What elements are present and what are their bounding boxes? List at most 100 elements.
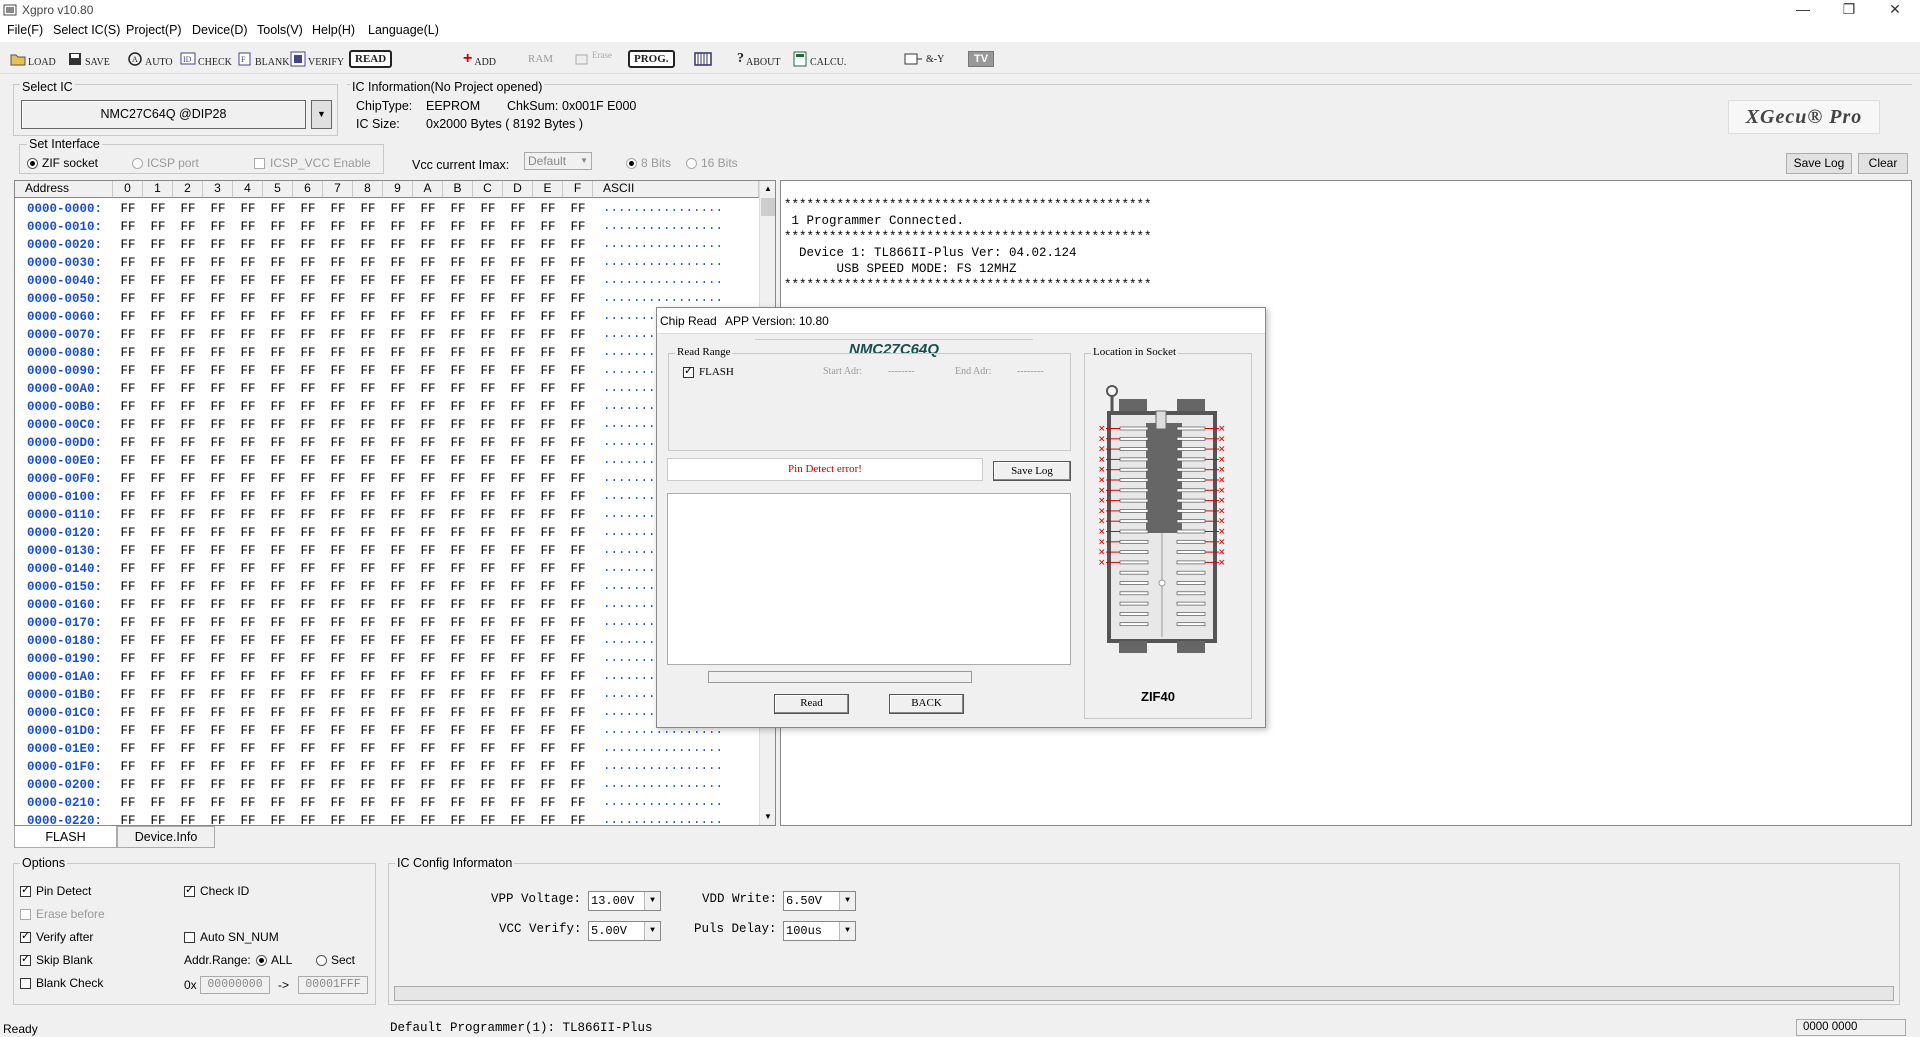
- hex-byte[interactable]: FF: [293, 508, 323, 522]
- hex-byte[interactable]: FF: [503, 238, 533, 252]
- addr-all-radio[interactable]: ALL: [256, 953, 292, 967]
- hex-byte[interactable]: FF: [113, 598, 143, 612]
- hex-byte[interactable]: FF: [203, 778, 233, 792]
- hex-byte[interactable]: FF: [533, 454, 563, 468]
- hex-byte[interactable]: FF: [143, 256, 173, 270]
- hex-byte[interactable]: FF: [293, 454, 323, 468]
- menu-select-ic[interactable]: Select IC(S): [53, 23, 120, 37]
- hex-byte[interactable]: FF: [353, 202, 383, 216]
- hex-byte[interactable]: FF: [443, 688, 473, 702]
- hex-byte[interactable]: FF: [203, 508, 233, 522]
- hex-byte[interactable]: FF: [113, 670, 143, 684]
- hex-byte[interactable]: FF: [203, 652, 233, 666]
- auto-button[interactable]: A AUTO: [127, 48, 173, 70]
- hex-byte[interactable]: FF: [113, 796, 143, 810]
- hex-byte[interactable]: FF: [113, 760, 143, 774]
- hex-byte[interactable]: FF: [383, 364, 413, 378]
- hex-byte[interactable]: FF: [563, 238, 593, 252]
- hex-byte[interactable]: FF: [143, 274, 173, 288]
- hex-byte[interactable]: FF: [383, 310, 413, 324]
- hex-byte[interactable]: FF: [413, 364, 443, 378]
- hex-byte[interactable]: FF: [353, 310, 383, 324]
- hex-byte[interactable]: FF: [113, 688, 143, 702]
- hex-byte[interactable]: FF: [143, 652, 173, 666]
- 16bits-radio[interactable]: 16 Bits: [686, 156, 738, 170]
- hex-byte[interactable]: FF: [563, 688, 593, 702]
- hex-byte[interactable]: FF: [323, 202, 353, 216]
- hex-byte[interactable]: FF: [563, 202, 593, 216]
- hex-byte[interactable]: FF: [533, 274, 563, 288]
- hex-byte[interactable]: FF: [353, 292, 383, 306]
- hex-byte[interactable]: FF: [323, 400, 353, 414]
- hex-byte[interactable]: FF: [443, 256, 473, 270]
- hex-byte[interactable]: FF: [293, 274, 323, 288]
- icsp-vcc-checkbox[interactable]: ICSP_VCC Enable: [254, 156, 371, 170]
- hex-byte[interactable]: FF: [443, 220, 473, 234]
- hex-byte[interactable]: FF: [143, 580, 173, 594]
- hex-byte[interactable]: FF: [503, 364, 533, 378]
- hex-byte[interactable]: FF: [503, 688, 533, 702]
- hex-byte[interactable]: FF: [443, 598, 473, 612]
- hex-byte[interactable]: FF: [473, 382, 503, 396]
- hex-byte[interactable]: FF: [263, 292, 293, 306]
- hex-byte[interactable]: FF: [293, 670, 323, 684]
- hex-byte[interactable]: FF: [473, 652, 503, 666]
- hex-byte[interactable]: FF: [533, 472, 563, 486]
- hex-byte[interactable]: FF: [473, 724, 503, 738]
- hex-byte[interactable]: FF: [233, 256, 263, 270]
- hex-byte[interactable]: FF: [473, 562, 503, 576]
- hex-byte[interactable]: FF: [323, 328, 353, 342]
- hex-byte[interactable]: FF: [353, 346, 383, 360]
- hex-byte[interactable]: FF: [443, 238, 473, 252]
- hex-byte[interactable]: FF: [443, 814, 473, 825]
- hex-byte[interactable]: FF: [263, 256, 293, 270]
- menu-project[interactable]: Project(P): [126, 23, 182, 37]
- hex-byte[interactable]: FF: [533, 238, 563, 252]
- hex-byte[interactable]: FF: [563, 418, 593, 432]
- hex-byte[interactable]: FF: [533, 562, 563, 576]
- hex-byte[interactable]: FF: [233, 364, 263, 378]
- hex-byte[interactable]: FF: [233, 346, 263, 360]
- skip-blank-checkbox[interactable]: Skip Blank: [20, 952, 93, 967]
- hex-byte[interactable]: FF: [323, 472, 353, 486]
- hex-byte[interactable]: FF: [383, 562, 413, 576]
- hex-byte[interactable]: FF: [113, 616, 143, 630]
- hex-byte[interactable]: FF: [413, 652, 443, 666]
- hex-byte[interactable]: FF: [293, 652, 323, 666]
- hex-byte[interactable]: FF: [503, 382, 533, 396]
- hex-byte[interactable]: FF: [113, 418, 143, 432]
- hex-byte[interactable]: FF: [563, 382, 593, 396]
- hex-byte[interactable]: FF: [563, 652, 593, 666]
- hex-byte[interactable]: FF: [293, 202, 323, 216]
- hex-byte[interactable]: FF: [293, 778, 323, 792]
- hex-byte[interactable]: FF: [413, 490, 443, 504]
- hex-byte[interactable]: FF: [293, 742, 323, 756]
- hex-byte[interactable]: FF: [533, 292, 563, 306]
- hex-byte[interactable]: FF: [113, 292, 143, 306]
- hex-byte[interactable]: FF: [473, 220, 503, 234]
- hex-byte[interactable]: FF: [353, 670, 383, 684]
- addr-to-field[interactable]: 00001FFF: [298, 976, 368, 994]
- zif-socket-radio[interactable]: ZIF socket: [27, 156, 98, 170]
- hex-byte[interactable]: FF: [443, 706, 473, 720]
- hex-byte[interactable]: FF: [293, 346, 323, 360]
- hex-byte[interactable]: FF: [533, 814, 563, 825]
- hex-byte[interactable]: FF: [503, 706, 533, 720]
- hex-byte[interactable]: FF: [113, 526, 143, 540]
- hex-byte[interactable]: FF: [353, 580, 383, 594]
- hex-byte[interactable]: FF: [113, 256, 143, 270]
- hex-byte[interactable]: FF: [143, 760, 173, 774]
- hex-byte[interactable]: FF: [413, 598, 443, 612]
- hex-byte[interactable]: FF: [203, 724, 233, 738]
- hex-byte[interactable]: FF: [353, 562, 383, 576]
- hex-byte[interactable]: FF: [443, 418, 473, 432]
- hex-byte[interactable]: FF: [563, 364, 593, 378]
- hex-byte[interactable]: FF: [233, 328, 263, 342]
- hex-byte[interactable]: FF: [173, 436, 203, 450]
- hex-byte[interactable]: FF: [563, 436, 593, 450]
- hex-byte[interactable]: FF: [113, 454, 143, 468]
- hex-byte[interactable]: FF: [173, 778, 203, 792]
- erase-button[interactable]: Erase: [574, 48, 612, 70]
- hex-byte[interactable]: FF: [203, 796, 233, 810]
- hex-byte[interactable]: FF: [563, 778, 593, 792]
